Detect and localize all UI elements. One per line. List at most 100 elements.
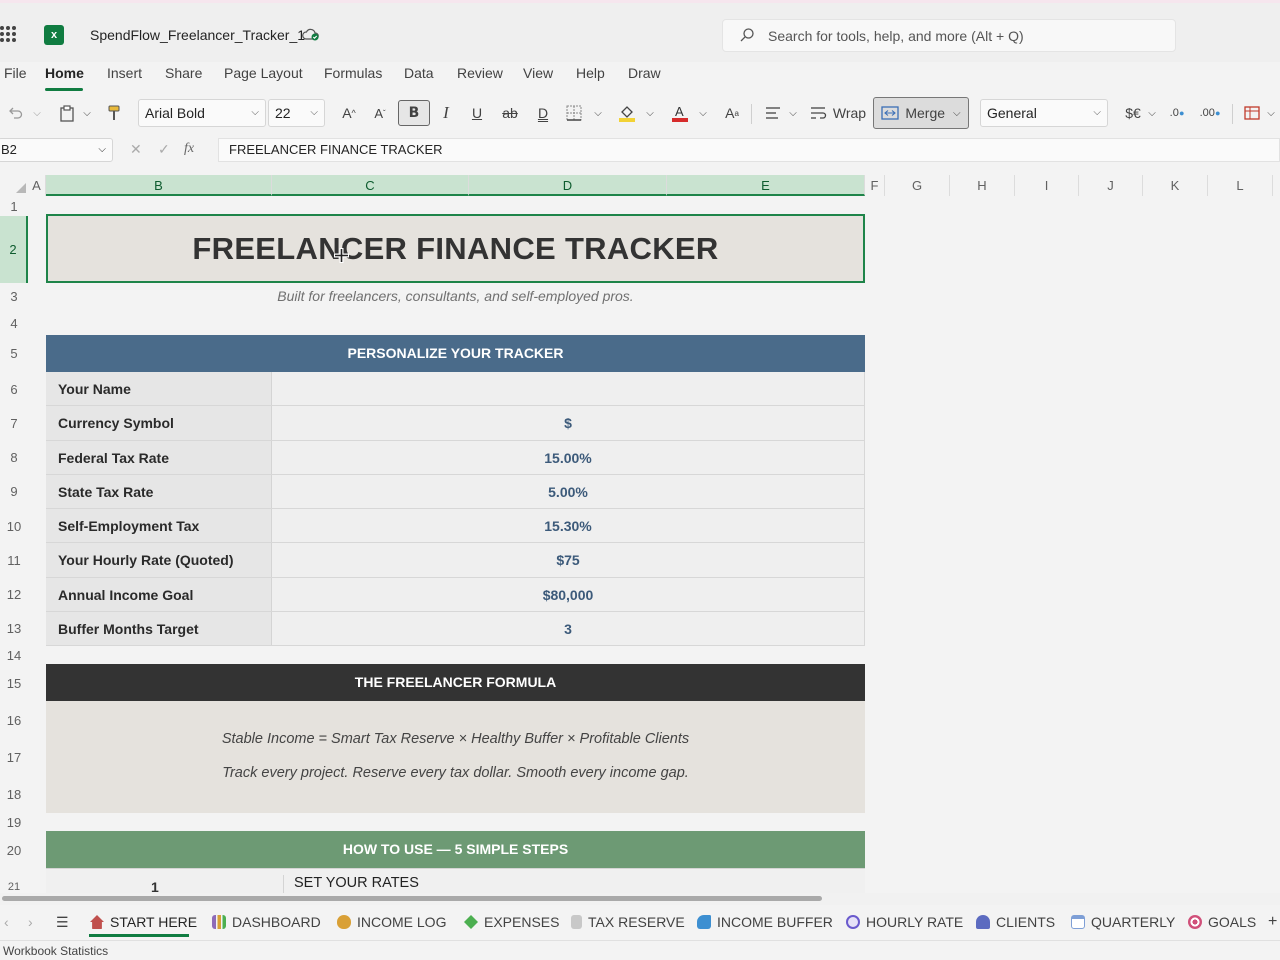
column-header-f[interactable]: F — [865, 175, 885, 196]
personalize-header[interactable]: PERSONALIZE YOUR TRACKER — [46, 335, 865, 372]
column-header-e[interactable]: E — [667, 175, 865, 196]
wrap-text-button[interactable]: Wrap — [808, 100, 868, 126]
font-options-icon[interactable]: Aa — [720, 100, 744, 126]
sheet-tab-clients[interactable]: CLIENTS — [976, 911, 1055, 933]
bold-button[interactable]: B — [398, 100, 430, 126]
align-dropdown-icon[interactable]: ⌵ — [784, 100, 802, 126]
currency-format-icon[interactable]: $€ — [1122, 100, 1144, 126]
scrollbar-thumb[interactable] — [2, 896, 822, 901]
column-header-k[interactable]: K — [1143, 175, 1208, 196]
steps-header[interactable]: HOW TO USE — 5 SIMPLE STEPS — [46, 831, 865, 868]
row-header-18[interactable]: 18 — [0, 784, 28, 806]
cancel-icon[interactable]: ✕ — [130, 141, 142, 158]
menu-view[interactable]: View — [523, 65, 553, 81]
format-painter-icon[interactable] — [103, 100, 125, 126]
tracker-subtitle[interactable]: Built for freelancers, consultants, and … — [46, 288, 865, 304]
scroll-left-icon[interactable]: ‹ — [4, 911, 9, 933]
file-name[interactable]: SpendFlow_Freelancer_Tracker_1 — [90, 27, 305, 43]
setting-label[interactable]: Your Name — [46, 372, 272, 406]
sheet-tab-expenses[interactable]: EXPENSES — [464, 911, 559, 933]
borders-dropdown-icon[interactable]: ⌵ — [589, 100, 607, 126]
row-header-16[interactable]: 16 — [0, 710, 28, 732]
fill-color-icon[interactable] — [615, 100, 639, 126]
menu-home[interactable]: Home — [45, 65, 84, 81]
app-launcher-icon[interactable] — [0, 26, 16, 42]
sheet-tab-income-buffer[interactable]: INCOME BUFFER — [697, 911, 833, 933]
column-header-a[interactable]: A — [28, 175, 46, 196]
font-name-select[interactable]: Arial Bold ⌵ — [138, 99, 266, 127]
setting-label[interactable]: Annual Income Goal — [46, 577, 272, 612]
step-row[interactable]: 1 SET YOUR RATES — [46, 868, 865, 893]
menu-insert[interactable]: Insert — [107, 65, 142, 81]
select-all-corner[interactable] — [0, 175, 28, 196]
increase-decimal-icon[interactable]: .00 ● — [1198, 100, 1222, 126]
menu-data[interactable]: Data — [404, 65, 434, 81]
row-header-15[interactable]: 15 — [0, 673, 28, 695]
setting-label[interactable]: Self-Employment Tax — [46, 509, 272, 543]
number-format-select[interactable]: General ⌵ — [980, 99, 1108, 127]
font-size-select[interactable]: 22 ⌵ — [268, 99, 325, 127]
setting-value[interactable]: $75 — [272, 543, 865, 577]
row-header-1[interactable]: 1 — [0, 198, 28, 216]
title-cell[interactable]: FREELANCER FINANCE TRACKER — [46, 214, 865, 283]
column-header-h[interactable]: H — [950, 175, 1015, 196]
column-header-g[interactable]: G — [885, 175, 950, 196]
underline-button[interactable]: U — [467, 100, 487, 126]
row-header-20[interactable]: 20 — [0, 840, 28, 862]
currency-dropdown-icon[interactable]: ⌵ — [1144, 100, 1160, 126]
sheet-tab-quarterly[interactable]: QUARTERLY — [1071, 911, 1175, 933]
fill-color-dropdown-icon[interactable]: ⌵ — [641, 100, 659, 126]
conditional-format-dropdown-icon[interactable]: ⌵ — [1263, 100, 1279, 126]
column-header-j[interactable]: J — [1079, 175, 1143, 196]
column-header-c[interactable]: C — [272, 175, 469, 196]
sheet-tab-tax-reserve[interactable]: TAX RESERVE — [571, 911, 685, 933]
menu-help[interactable]: Help — [576, 65, 605, 81]
setting-label[interactable]: Federal Tax Rate — [46, 440, 272, 474]
setting-value[interactable]: 5.00% — [272, 474, 865, 509]
confirm-icon[interactable]: ✓ — [158, 141, 170, 158]
row-header-21[interactable]: 21 — [0, 880, 28, 893]
menu-page-layout[interactable]: Page Layout — [224, 65, 303, 81]
align-icon[interactable] — [762, 100, 784, 126]
strikethrough-icon[interactable]: ab — [499, 100, 521, 126]
row-header-19[interactable]: 19 — [0, 812, 28, 834]
row-header-10[interactable]: 10 — [0, 516, 28, 538]
row-header-14[interactable]: 14 — [0, 645, 28, 667]
setting-value[interactable]: 3 — [272, 612, 865, 646]
column-header-d[interactable]: D — [469, 175, 667, 196]
function-icon[interactable]: fx — [184, 141, 194, 157]
name-box[interactable]: B2 ⌵ — [0, 138, 113, 162]
conditional-format-icon[interactable] — [1241, 100, 1263, 126]
setting-value[interactable]: 15.00% — [272, 440, 865, 474]
sheet-tab-dashboard[interactable]: DASHBOARD — [212, 911, 321, 933]
setting-label[interactable]: Currency Symbol — [46, 406, 272, 440]
menu-draw[interactable]: Draw — [628, 65, 661, 81]
undo-icon[interactable] — [4, 100, 26, 126]
workbook-statistics[interactable]: Workbook Statistics — [3, 944, 108, 958]
row-header-6[interactable]: 6 — [0, 379, 28, 401]
paste-dropdown-icon[interactable]: ⌵ — [78, 100, 96, 126]
row-header-17[interactable]: 17 — [0, 747, 28, 769]
borders-icon[interactable] — [563, 100, 585, 126]
sheet-tab-income-log[interactable]: INCOME LOG — [337, 911, 446, 933]
all-sheets-icon[interactable]: ☰ — [56, 911, 69, 933]
add-sheet-icon[interactable]: + — [1268, 911, 1277, 933]
row-header-7[interactable]: 7 — [0, 413, 28, 435]
row-header-2[interactable]: 2 — [0, 216, 28, 283]
font-color-dropdown-icon[interactable]: ⌵ — [694, 100, 712, 126]
row-header-8[interactable]: 8 — [0, 447, 28, 469]
setting-value[interactable] — [272, 372, 865, 406]
merge-button[interactable]: Merge ⌵ — [873, 97, 969, 129]
decrease-decimal-icon[interactable]: .0 ● — [1166, 100, 1188, 126]
row-header-3[interactable]: 3 — [0, 286, 28, 308]
formula-input[interactable]: FREELANCER FINANCE TRACKER — [218, 138, 1280, 162]
formula-header[interactable]: THE FREELANCER FORMULA — [46, 664, 865, 701]
setting-label[interactable]: Your Hourly Rate (Quoted) — [46, 543, 272, 577]
column-header-i[interactable]: I — [1015, 175, 1079, 196]
menu-review[interactable]: Review — [457, 65, 503, 81]
setting-value[interactable]: $80,000 — [272, 577, 865, 612]
scroll-right-icon[interactable]: › — [28, 911, 33, 933]
formula-box[interactable]: Stable Income = Smart Tax Reserve × Heal… — [46, 701, 865, 813]
increase-font-icon[interactable]: A ^ — [336, 100, 362, 126]
column-header-b[interactable]: B — [46, 175, 272, 196]
